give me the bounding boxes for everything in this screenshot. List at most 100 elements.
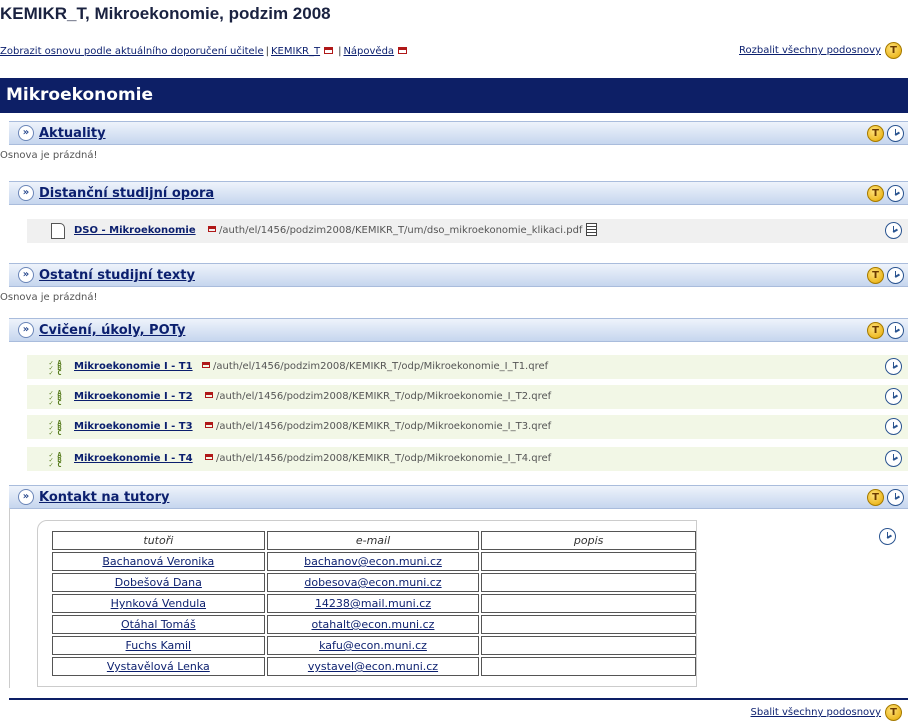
tutor-badge-icon[interactable]: T	[885, 42, 902, 59]
file-path: /auth/el/1456/podzim2008/KEMIKR_T/odp/Mi…	[216, 391, 552, 402]
file-path: /auth/el/1456/podzim2008/KEMIKR_T/um/dso…	[219, 225, 583, 236]
topbar: Zobrazit osnovu podle aktuálního doporuč…	[0, 42, 908, 62]
expand-chevron-icon[interactable]: »	[18, 125, 34, 141]
topbar-links: Zobrazit osnovu podle aktuálního doporuč…	[0, 46, 410, 57]
external-link-icon	[202, 362, 210, 368]
file-path: /auth/el/1456/podzim2008/KEMIKR_T/odp/Mi…	[216, 453, 552, 464]
table-row: Vystavělová Lenka vystavel@econ.muni.cz	[52, 657, 696, 676]
expand-chevron-icon[interactable]: »	[18, 185, 34, 201]
tutor-desc-cell	[481, 615, 696, 634]
tutor-email-link[interactable]: otahalt@econ.muni.cz	[312, 618, 435, 631]
empty-outline-note: Osnova je prázdná!	[0, 289, 908, 307]
clock-icon[interactable]	[887, 489, 904, 506]
clock-icon[interactable]	[885, 222, 902, 239]
tutor-badge-icon[interactable]: T	[867, 125, 884, 142]
external-link-icon	[208, 226, 216, 232]
table-row: Fuchs Kamil kafu@econ.muni.cz	[52, 636, 696, 655]
expand-chevron-icon[interactable]: »	[18, 267, 34, 283]
tutor-email-cell: otahalt@econ.muni.cz	[266, 615, 480, 634]
course-code-link[interactable]: KEMIKR_T	[271, 46, 320, 57]
section-title-link[interactable]: Aktuality	[39, 126, 106, 141]
task-link[interactable]: Mikroekonomie I - T4	[74, 447, 193, 471]
tutor-badge-icon[interactable]: T	[885, 704, 902, 721]
clock-icon[interactable]	[879, 528, 896, 545]
tutor-email-link[interactable]: 14238@mail.muni.cz	[315, 597, 431, 610]
quiz-icon: ✓ A ✓ B ✓ C	[49, 451, 62, 469]
tutor-name-cell: Dobešová Dana	[52, 573, 265, 592]
clock-icon[interactable]	[885, 358, 902, 375]
collapse-all: Sbalit všechny podosnovy T	[751, 704, 902, 721]
list-item: DSO - Mikroekonomie /auth/el/1456/podzim…	[27, 219, 908, 243]
section-header: » Kontakt na tutory T	[9, 485, 908, 509]
tutor-badge-icon[interactable]: T	[867, 489, 884, 506]
tutor-desc-cell	[481, 552, 696, 571]
external-link-icon	[205, 392, 213, 398]
list-item: ✓ A ✓ B ✓ C Mikroekonomie I - T2 /auth/e…	[27, 385, 908, 409]
task-link[interactable]: Mikroekonomie I - T2	[74, 385, 193, 409]
tutor-email-link[interactable]: kafu@econ.muni.cz	[319, 639, 427, 652]
expand-all-link[interactable]: Rozbalit všechny podosnovy	[739, 45, 881, 56]
clock-icon[interactable]	[887, 322, 904, 339]
page-title: KEMIKR_T, Mikroekonomie, podzim 2008	[0, 4, 331, 23]
pdf-file-icon[interactable]	[586, 222, 598, 236]
quiz-icon: ✓ A ✓ B ✓ C	[49, 389, 62, 407]
section-aktuality: » Aktuality T Osnova je prázdná!	[0, 121, 908, 165]
quiz-icon: ✓ A ✓ B ✓ C	[49, 359, 62, 377]
clock-icon[interactable]	[887, 267, 904, 284]
bottom-divider	[9, 698, 908, 700]
tutor-name-link[interactable]: Dobešová Dana	[115, 576, 202, 589]
clock-icon[interactable]	[885, 450, 902, 467]
course-header: Mikroekonomie	[0, 78, 908, 113]
external-link-icon	[398, 46, 408, 54]
list-item: ✓ A ✓ B ✓ C Mikroekonomie I - T4 /auth/e…	[27, 447, 908, 471]
column-header: tutoři	[52, 531, 265, 550]
section-distancni-opora: » Distanční studijní opora T	[9, 181, 908, 205]
task-link[interactable]: Mikroekonomie I - T3	[74, 415, 193, 439]
clock-icon[interactable]	[887, 185, 904, 202]
tutor-email-link[interactable]: dobesova@econ.muni.cz	[304, 576, 441, 589]
tutor-name-link[interactable]: Otáhal Tomáš	[121, 618, 196, 631]
empty-outline-note: Osnova je prázdná!	[0, 147, 908, 165]
tutor-desc-cell	[481, 636, 696, 655]
section-title-link[interactable]: Cvičení, úkoly, POTy	[39, 323, 185, 338]
tutor-name-link[interactable]: Bachanová Veronika	[102, 555, 214, 568]
task-link[interactable]: Mikroekonomie I - T1	[74, 355, 193, 379]
section-cviceni: » Cvičení, úkoly, POTy T	[9, 318, 908, 342]
tutor-email-cell: bachanov@econ.muni.cz	[266, 552, 480, 571]
list-item: ✓ A ✓ B ✓ C Mikroekonomie I - T3 /auth/e…	[27, 415, 908, 439]
separator: |	[338, 46, 342, 57]
tutor-name-link[interactable]: Hynková Vendula	[111, 597, 206, 610]
help-link[interactable]: Nápověda	[343, 46, 394, 57]
table-row: Hynková Vendula 14238@mail.muni.cz	[52, 594, 696, 613]
clock-icon[interactable]	[885, 388, 902, 405]
clock-icon[interactable]	[887, 125, 904, 142]
tutors-table: tutoři e-mail popis Bachanová Veronika b…	[50, 529, 698, 678]
section-header: » Cvičení, úkoly, POTy T	[9, 318, 908, 342]
tutor-badge-icon[interactable]: T	[867, 185, 884, 202]
external-link-icon	[205, 422, 213, 428]
table-header-row: tutoři e-mail popis	[52, 531, 696, 550]
tutor-name-cell: Hynková Vendula	[52, 594, 265, 613]
tutor-badge-icon[interactable]: T	[867, 322, 884, 339]
section-title-link[interactable]: Distanční studijní opora	[39, 186, 214, 201]
dso-link[interactable]: DSO - Mikroekonomie	[74, 219, 196, 243]
clock-icon[interactable]	[885, 418, 902, 435]
section-title-link[interactable]: Ostatní studijní texty	[39, 268, 195, 283]
tutor-name-link[interactable]: Vystavělová Lenka	[107, 660, 210, 673]
table-row: Dobešová Dana dobesova@econ.muni.cz	[52, 573, 696, 592]
tutor-name-cell: Fuchs Kamil	[52, 636, 265, 655]
expand-chevron-icon[interactable]: »	[18, 489, 34, 505]
tutor-desc-cell	[481, 573, 696, 592]
tutor-panel: tutoři e-mail popis Bachanová Veronika b…	[9, 508, 908, 688]
tutor-email-link[interactable]: vystavel@econ.muni.cz	[308, 660, 438, 673]
expand-chevron-icon[interactable]: »	[18, 322, 34, 338]
section-ostatni-texty: » Ostatní studijní texty T Osnova je prá…	[0, 263, 908, 307]
collapse-all-link[interactable]: Sbalit všechny podosnovy	[751, 707, 881, 718]
tutor-badge-icon[interactable]: T	[867, 267, 884, 284]
expand-all: Rozbalit všechny podosnovy T	[739, 42, 902, 59]
section-header: » Ostatní studijní texty T	[9, 263, 908, 287]
show-outline-link[interactable]: Zobrazit osnovu podle aktuálního doporuč…	[0, 46, 264, 57]
tutor-email-link[interactable]: bachanov@econ.muni.cz	[304, 555, 442, 568]
section-title-link[interactable]: Kontakt na tutory	[39, 490, 169, 505]
tutor-name-link[interactable]: Fuchs Kamil	[126, 639, 192, 652]
